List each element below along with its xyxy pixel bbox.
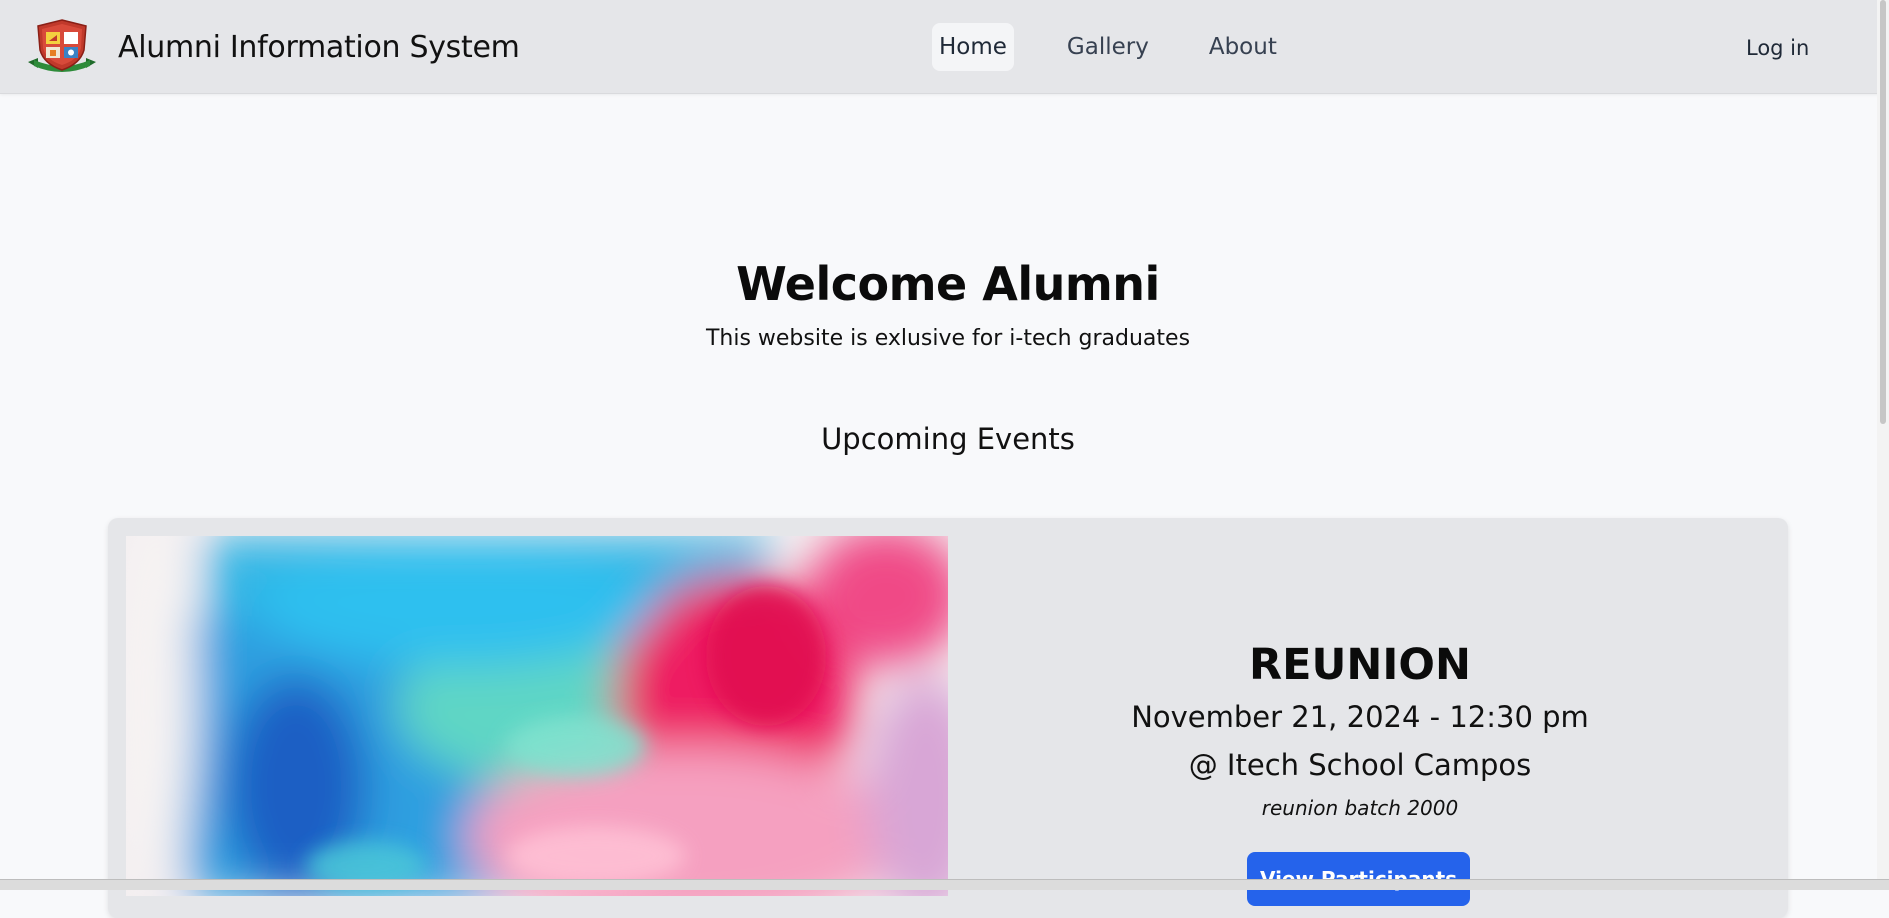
login-link[interactable]: Log in [1746, 36, 1809, 60]
site-title[interactable]: Alumni Information System [118, 30, 520, 65]
top-navbar: Alumni Information System Home Gallery A… [0, 0, 1889, 94]
nav-gallery[interactable]: Gallery [1060, 23, 1156, 71]
upcoming-events-heading: Upcoming Events [821, 422, 1075, 456]
browser-bottom-bar [0, 879, 1889, 890]
school-crest-logo[interactable] [24, 18, 100, 76]
event-venue: @ Itech School Campos [1188, 748, 1532, 782]
event-title: REUNION [1249, 640, 1471, 690]
hero-subtitle: This website is exlusive for i-tech grad… [705, 326, 1191, 351]
nav-home[interactable]: Home [932, 23, 1014, 71]
event-image [126, 536, 948, 896]
nav-about[interactable]: About [1202, 23, 1284, 71]
scrollbar-thumb[interactable] [1880, 0, 1886, 424]
event-description: reunion batch 2000 [1261, 796, 1459, 820]
hero-title: Welcome Alumni [736, 257, 1160, 311]
main-nav: Home Gallery About [932, 23, 1330, 71]
event-datetime: November 21, 2024 - 12:30 pm [1131, 700, 1589, 734]
